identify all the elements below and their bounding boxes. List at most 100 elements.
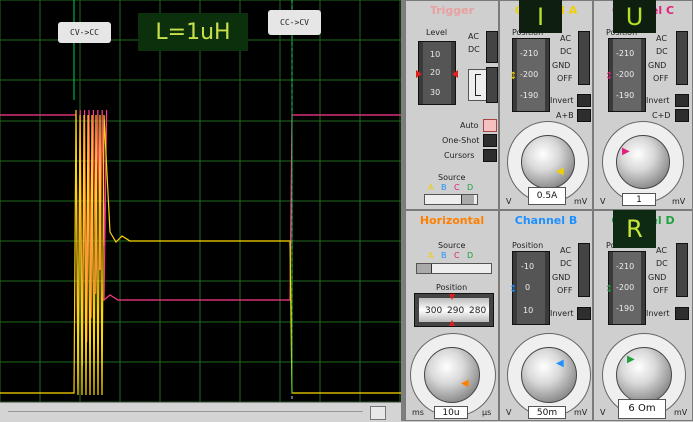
- channel-b-volts-knob[interactable]: ◀: [521, 347, 577, 403]
- level-tick-20: 20: [430, 68, 441, 77]
- channel-b-title: Channel B: [514, 214, 578, 227]
- channel-c-gnd: GND: [648, 61, 667, 70]
- channel-b-gnd: GND: [552, 273, 571, 282]
- channel-c-position-slider[interactable]: -210 -200 -190 ↕: [605, 38, 646, 112]
- channel-a-tick-3: -190: [520, 91, 539, 100]
- scroll-thumb[interactable]: [370, 406, 386, 420]
- channel-d-tick-3: -190: [616, 304, 635, 313]
- channel-d-position-marker: ↕: [605, 284, 614, 295]
- trigger-cursors-button[interactable]: [483, 149, 497, 162]
- channel-b-position-marker: ↕: [509, 284, 518, 295]
- channel-b-unit-mv: mV: [574, 408, 588, 417]
- horizontal-pos-300: 300: [425, 306, 443, 316]
- channel-c-sum-button[interactable]: [675, 109, 689, 122]
- channel-b-knob-indicator: ◀: [556, 358, 564, 369]
- channel-b-off: OFF: [557, 286, 573, 295]
- horizontal-source-b: B: [441, 251, 447, 260]
- channel-c-invert-label: Invert: [646, 96, 670, 105]
- horizontal-pos-marker-bottom: ▲: [449, 318, 456, 327]
- channel-d-tick-2: -200: [616, 283, 635, 292]
- channel-b-invert-button[interactable]: [577, 307, 591, 320]
- scroll-track: [8, 411, 363, 412]
- horizontal-unit-ms: ms: [412, 408, 424, 417]
- level-marker-right: [452, 70, 458, 78]
- channel-a-off: OFF: [557, 74, 573, 83]
- channel-c-invert-button[interactable]: [675, 94, 689, 107]
- channel-b-position-slider[interactable]: -10 0 10 ↕: [509, 251, 550, 325]
- channel-d-volts-knob[interactable]: ▶: [616, 347, 672, 403]
- channel-a-unit-v: V: [506, 197, 512, 206]
- trigger-edge-switch[interactable]: [468, 69, 488, 101]
- channel-d-dc: DC: [656, 259, 668, 268]
- trigger-title: Trigger: [429, 4, 475, 17]
- horizontal-source-a: A: [428, 251, 434, 260]
- horizontal-scale-display: 10u: [434, 406, 468, 419]
- channel-b-ac: AC: [560, 246, 571, 255]
- channel-d-ac: AC: [656, 246, 667, 255]
- trigger-level-slider[interactable]: 10 20 30: [416, 41, 458, 105]
- horizontal-source-d: D: [467, 251, 474, 260]
- trigger-source-slider[interactable]: [424, 194, 478, 205]
- horizontal-pos-marker-top: ▼: [449, 292, 456, 301]
- trigger-panel: Trigger Level 10 20 30 AC DC Auto One-Sh…: [405, 0, 499, 210]
- horizontal-pos-290: 290: [447, 306, 465, 316]
- channel-d-invert-label: Invert: [646, 309, 670, 318]
- channel-a-coupling-switch[interactable]: [578, 31, 590, 85]
- horizontal-knob-indicator: ◀: [461, 378, 469, 389]
- channel-a-dc: DC: [560, 47, 572, 56]
- channel-d-unit-mv: mV: [674, 408, 688, 417]
- channel-a-sum-label: A+B: [556, 111, 574, 120]
- waveform-canvas: [0, 0, 401, 402]
- trigger-one-shot-label: One-Shot: [442, 136, 480, 145]
- channel-a-invert-button[interactable]: [577, 94, 591, 107]
- channel-c-knob-indicator: ▶: [622, 146, 630, 157]
- horizontal-scrollbar[interactable]: [0, 402, 401, 422]
- channel-a-position-slider[interactable]: -210 -200 -190 ↕: [509, 38, 550, 112]
- trigger-edge-toggle[interactable]: [486, 67, 498, 103]
- channel-a-invert-label: Invert: [550, 96, 574, 105]
- channel-a-ac: AC: [560, 34, 571, 43]
- channel-c-off: OFF: [653, 74, 669, 83]
- trigger-auto-label: Auto: [460, 121, 479, 130]
- channel-b-tick-1: -10: [521, 262, 535, 271]
- level-tick-30: 30: [430, 88, 441, 97]
- horizontal-source-slider[interactable]: [416, 263, 492, 274]
- channel-c-tick-1: -210: [616, 49, 635, 58]
- channel-c-unit-mv: mV: [672, 197, 686, 206]
- horizontal-timebase-knob[interactable]: ◀: [424, 347, 480, 403]
- channel-c-dc: DC: [656, 47, 668, 56]
- channel-d-tick-1: -210: [616, 262, 635, 271]
- cv-cc-annotation: CV->CC: [58, 22, 111, 43]
- channel-c-volts-knob[interactable]: ▶: [616, 135, 670, 189]
- channel-c-coupling-switch[interactable]: [676, 31, 688, 85]
- channel-a-tick-1: -210: [520, 49, 539, 58]
- channel-a-unit-mv: mV: [574, 197, 588, 206]
- channel-a-knob-indicator: ◀: [556, 166, 564, 177]
- channel-d-knob-indicator: ▶: [627, 354, 635, 365]
- channel-a-scale-display: 0.5A: [528, 187, 566, 205]
- channel-a-volts-knob[interactable]: ◀: [521, 135, 575, 189]
- trigger-source-c: C: [454, 183, 460, 192]
- trigger-coupling-switch[interactable]: [486, 31, 498, 63]
- channel-d-invert-button[interactable]: [675, 307, 689, 320]
- level-marker-left: [416, 70, 422, 78]
- channel-a-sum-button[interactable]: [577, 109, 591, 122]
- channel-a-tick-2: -200: [520, 70, 539, 79]
- channel-c-sum-label: C+D: [652, 111, 671, 120]
- channel-b-tick-2: 0: [525, 283, 531, 292]
- overlay-label-i: I: [519, 0, 562, 33]
- horizontal-unit-us: µs: [482, 408, 492, 417]
- horizontal-position-label: Position: [436, 283, 468, 292]
- trigger-auto-button[interactable]: [483, 119, 497, 132]
- trigger-ac-label: AC: [468, 32, 479, 41]
- cc-cv-annotation: CC->CV: [268, 10, 321, 35]
- channel-b-coupling-switch[interactable]: [578, 243, 590, 297]
- channel-b-position-label: Position: [512, 241, 544, 250]
- inductance-annotation: L=1uH: [138, 13, 248, 51]
- scope-display: CV->CC L=1uH CC->CV: [0, 0, 401, 402]
- channel-d-coupling-switch[interactable]: [676, 243, 688, 297]
- horizontal-position-slider[interactable]: 300 290 280 ▼ ▲: [414, 292, 494, 327]
- trigger-one-shot-button[interactable]: [483, 134, 497, 147]
- channel-d-unit-v: V: [600, 408, 606, 417]
- channel-d-position-slider[interactable]: -210 -200 -190 ↕: [605, 251, 646, 325]
